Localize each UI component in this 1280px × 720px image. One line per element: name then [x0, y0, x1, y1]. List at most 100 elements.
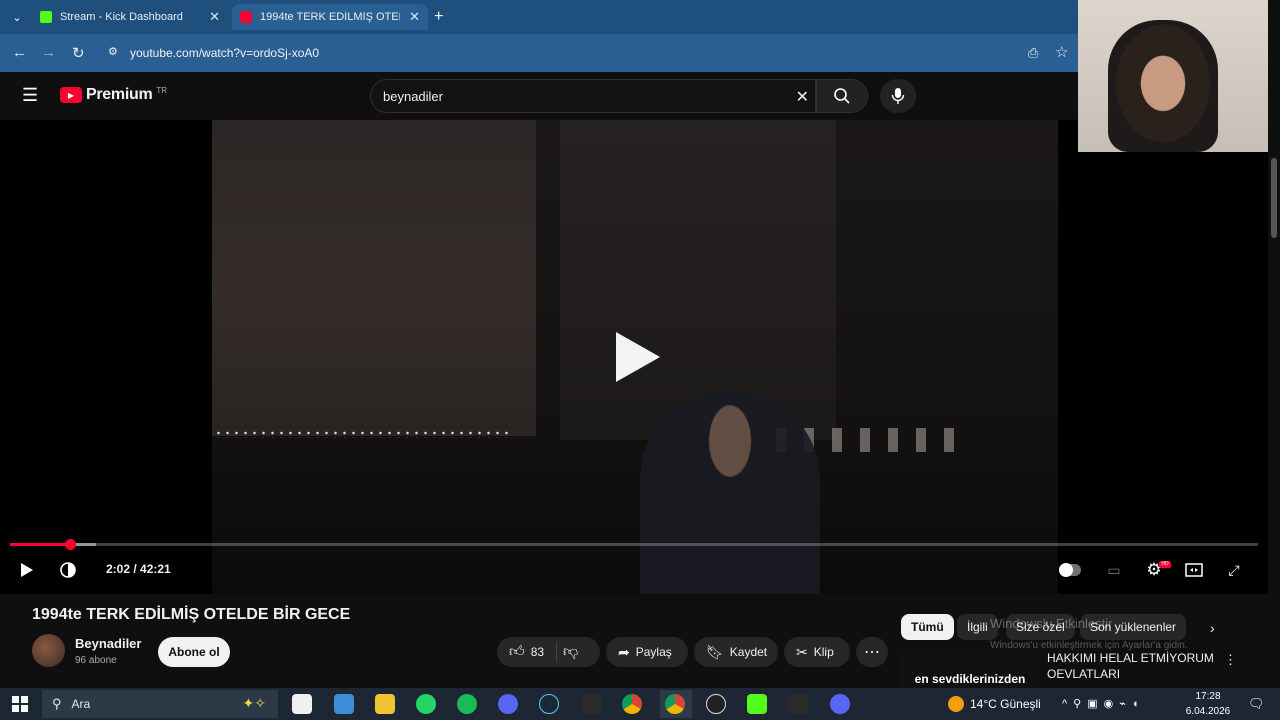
install-app-icon[interactable]: ⎙	[1028, 45, 1038, 61]
discord-alt-icon[interactable]	[830, 694, 850, 714]
chrome-icon[interactable]	[622, 694, 642, 714]
channel-avatar[interactable]	[32, 634, 65, 667]
like-icon[interactable]: 👍︎	[509, 643, 525, 661]
whatsapp-icon[interactable]	[416, 694, 436, 714]
app-icon[interactable]	[334, 694, 354, 714]
youtube-icon	[240, 11, 252, 23]
weather-text: 14°C Güneşli	[970, 697, 1041, 711]
tab-label: 1994te TERK EDİLMİŞ OTELDE BİR	[260, 11, 400, 23]
share-arrow-icon: ➦	[618, 643, 630, 660]
discord-icon[interactable]	[498, 694, 518, 714]
divider	[556, 642, 558, 662]
video-person	[640, 390, 820, 594]
scissors-icon: ✂	[796, 643, 808, 660]
tab-label: Stream - Kick Dashboard	[60, 11, 183, 23]
share-label: Paylaş	[635, 645, 672, 659]
video-building	[560, 120, 836, 440]
site-info-icon[interactable]: ⚙	[108, 45, 118, 58]
bookmark-icon: 🔖︎	[706, 643, 724, 660]
taskbar-clock[interactable]: 17:28 6.04.2026	[1180, 689, 1236, 719]
play-button[interactable]	[15, 559, 39, 581]
spotify-icon[interactable]	[457, 694, 477, 714]
weather-widget[interactable]: 14°C Güneşli	[948, 696, 1041, 712]
time-display: 2:02 / 42:21	[106, 562, 171, 576]
chevron-right-icon[interactable]: ›	[1210, 620, 1215, 636]
thumb-text: en sevdiklerinizden	[914, 672, 1026, 686]
system-tray-icons[interactable]: ^⚲▣◉⌁◖	[1062, 697, 1144, 710]
channel-name[interactable]: Beynadiler	[75, 636, 141, 651]
search-value: beynadiler	[383, 88, 443, 104]
more-actions-icon[interactable]: ⋯	[856, 637, 888, 667]
volume-button[interactable]	[56, 559, 80, 581]
city-lights	[214, 430, 514, 438]
tab-youtube-video[interactable]: 1994te TERK EDİLMİŞ OTELDE BİR ✕	[232, 4, 428, 30]
epic-games-icon[interactable]	[581, 694, 601, 714]
obs-icon[interactable]	[706, 694, 726, 714]
voice-search-button[interactable]	[880, 79, 916, 113]
clip-button[interactable]: ✂ Klip	[784, 637, 850, 667]
url-text: youtube.com/watch?v=ordoSj-xoA0	[130, 46, 320, 60]
file-icon[interactable]	[292, 694, 312, 714]
tab-kick-dashboard[interactable]: Stream - Kick Dashboard ✕	[32, 4, 228, 30]
like-dislike-group: 👍︎ 83 👎︎	[497, 637, 600, 667]
like-count[interactable]: 83	[531, 645, 544, 659]
clear-search-icon[interactable]: ✕	[796, 87, 809, 107]
windows-start-icon[interactable]	[12, 696, 28, 712]
volume-icon	[60, 562, 76, 578]
steam-icon[interactable]	[539, 694, 559, 714]
play-icon	[21, 563, 33, 577]
youtube-logo[interactable]: ▶ Premium TR	[60, 86, 167, 104]
recommendation-thumbnail[interactable]: en sevdiklerinizden	[900, 650, 1040, 688]
subscribe-button[interactable]: Abone ol	[158, 637, 230, 667]
close-icon[interactable]: ✕	[409, 9, 420, 25]
forward-arrow-icon[interactable]: →	[41, 44, 56, 61]
logo-text: Premium	[86, 86, 153, 103]
url-field[interactable]: ⚙ youtube.com/watch?v=ordoSj-xoA0	[102, 41, 1010, 65]
scrollbar-thumb[interactable]	[1271, 158, 1277, 238]
big-play-icon[interactable]	[612, 330, 662, 384]
video-title: 1994te TERK EDİLMİŞ OTELDE BİR GECE	[32, 606, 351, 623]
clock-time: 17:28	[1195, 691, 1221, 702]
kick-icon	[40, 11, 52, 23]
subtitles-icon[interactable]: ▭	[1102, 559, 1126, 581]
scrubber-handle[interactable]	[64, 539, 76, 550]
activation-watermark-title: Windows'u Etkinleştir	[990, 616, 1113, 631]
tab-list-chevron-icon[interactable]: ⌄	[8, 9, 26, 25]
search-input[interactable]: beynadiler ✕	[370, 79, 816, 113]
reload-icon[interactable]: ↻	[72, 44, 85, 62]
share-button[interactable]: ➦ Paylaş	[606, 637, 688, 667]
epic-games-launcher-icon[interactable]	[788, 694, 808, 714]
close-icon[interactable]: ✕	[209, 9, 220, 25]
region-code: TR	[156, 85, 168, 95]
clock-date: 6.04.2026	[1185, 706, 1231, 717]
back-arrow-icon[interactable]: ←	[12, 44, 27, 61]
autoplay-icon	[1059, 563, 1081, 577]
search-button[interactable]	[816, 79, 868, 113]
microphone-icon	[891, 88, 905, 104]
save-button[interactable]: 🔖︎ Kaydet	[694, 637, 778, 667]
menu-icon[interactable]: ☰	[22, 86, 38, 104]
bookmark-star-icon[interactable]: ☆	[1055, 43, 1068, 61]
theater-mode-icon[interactable]	[1182, 559, 1206, 581]
clip-label: Klip	[813, 645, 834, 659]
subscriber-count: 96 abone	[75, 655, 117, 666]
chip-all[interactable]: Tümü	[901, 614, 954, 640]
progress-bar[interactable]	[10, 543, 1258, 546]
video-sky	[212, 120, 536, 436]
taskbar-search-input[interactable]: ⚲ Ara ✦✧	[42, 690, 278, 718]
save-label: Kaydet	[729, 645, 768, 659]
folder-icon[interactable]	[375, 694, 395, 714]
dislike-icon[interactable]: 👎︎	[563, 643, 578, 661]
autoplay-toggle[interactable]	[1058, 559, 1082, 581]
kick-app-icon[interactable]	[747, 694, 767, 714]
webcam-person	[1108, 20, 1218, 152]
notification-icon[interactable]: 🗨︎	[1248, 696, 1265, 712]
kebab-menu-icon[interactable]: ⋮	[1224, 652, 1237, 668]
youtube-play-logo-icon: ▶	[60, 87, 82, 103]
fullscreen-icon[interactable]: ⤢	[1222, 559, 1246, 581]
search-icon	[834, 88, 850, 104]
new-tab-button[interactable]: +	[434, 8, 443, 26]
recommendation-title[interactable]: HAKKIMI HELAL ETMİYORUM OEVLATLARI	[1047, 650, 1217, 682]
theater-icon	[1185, 563, 1203, 577]
chrome-active-icon[interactable]	[665, 694, 685, 714]
